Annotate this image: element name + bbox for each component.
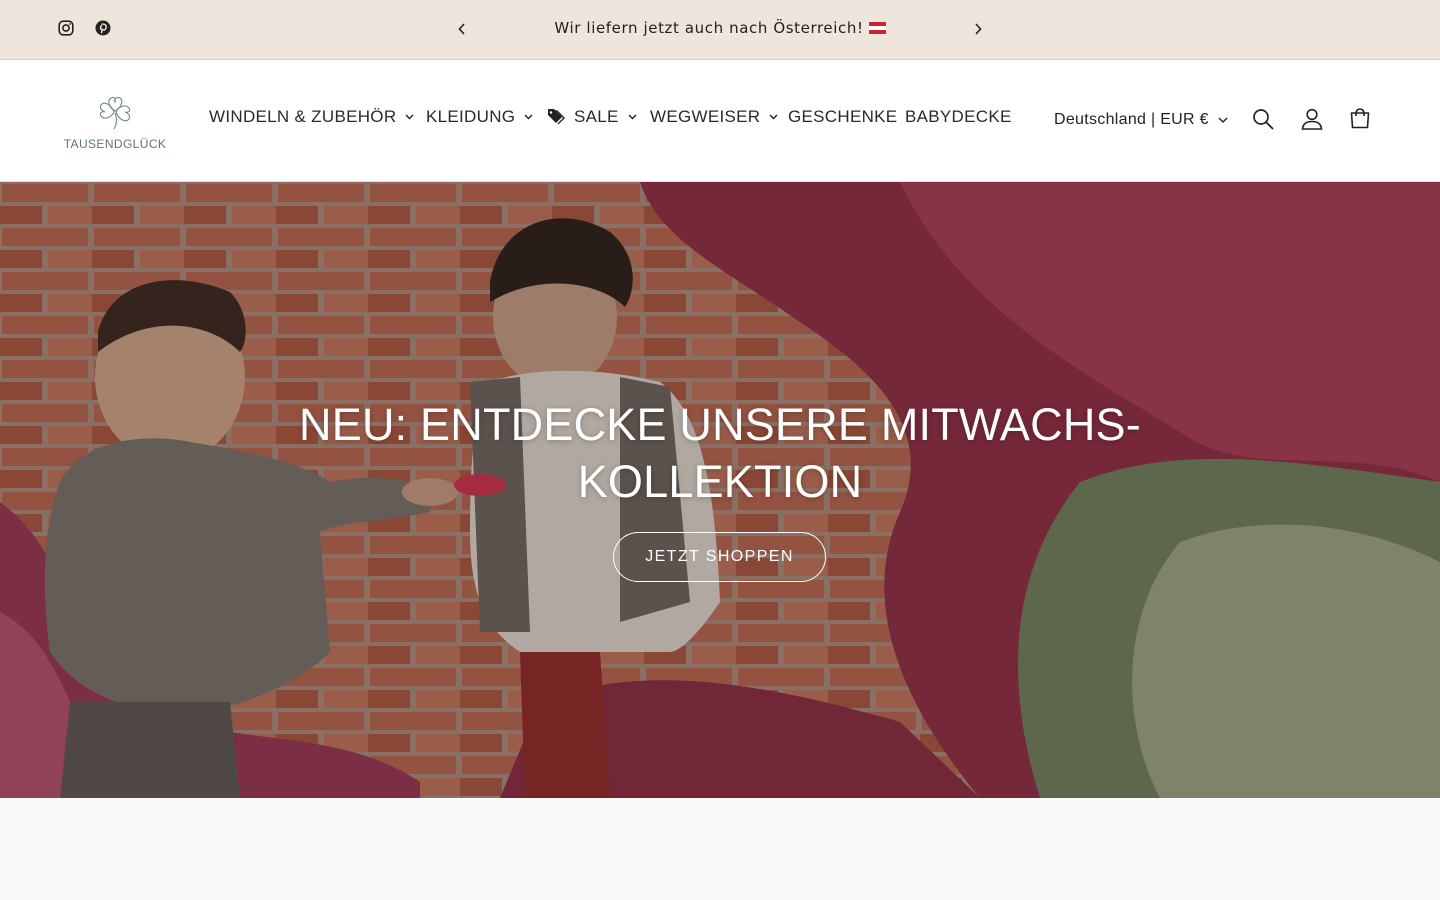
- shop-now-button[interactable]: JETZT SHOPPEN: [613, 532, 826, 582]
- tag-icon: [548, 109, 565, 125]
- country-selector-label: Deutschland | EUR €: [1054, 111, 1209, 128]
- chevron-down-icon: [524, 114, 533, 120]
- chevron-right-icon: [975, 23, 982, 35]
- account-button[interactable]: [1299, 106, 1325, 132]
- nav-label: WEGWEISER: [650, 107, 761, 126]
- austria-flag-icon: [868, 22, 886, 34]
- country-selector[interactable]: Deutschland | EUR €: [1054, 111, 1228, 129]
- chevron-down-icon: [628, 114, 637, 120]
- nav-label: KLEIDUNG: [426, 107, 516, 126]
- logo[interactable]: TAUSENDGLÜCK: [63, 92, 167, 154]
- chevron-down-icon: [769, 114, 778, 120]
- nav-item-wegweiser[interactable]: WEGWEISER: [650, 107, 778, 127]
- hero-banner: NEU: ENTDECKE UNSERE MITWACHS-KOLLEKTION…: [0, 182, 1440, 798]
- nav-label: BABYDECKE: [905, 107, 1012, 126]
- nav-label: WINDELN & ZUBEHÖR: [209, 107, 397, 126]
- content-area: [0, 798, 1440, 900]
- nav-label: GESCHENKE: [788, 107, 898, 126]
- chevron-down-icon: [405, 114, 414, 120]
- nav-item-geschenke[interactable]: GESCHENKE: [788, 107, 897, 127]
- hero-title: NEU: ENTDECKE UNSERE MITWACHS-KOLLEKTION: [299, 399, 1141, 507]
- announcement-text: Wir liefern jetzt auch nach Österreich!: [554, 19, 864, 37]
- announcement-next-button[interactable]: [966, 17, 990, 41]
- announcement-prev-button[interactable]: [450, 17, 474, 41]
- cart-icon: [1350, 108, 1370, 129]
- cart-button[interactable]: [1347, 106, 1373, 132]
- clover-icon: [99, 96, 131, 130]
- account-icon: [1301, 108, 1323, 130]
- nav-item-sale[interactable]: SALE: [545, 107, 637, 127]
- nav-item-windeln-zubehoer[interactable]: WINDELN & ZUBEHÖR: [209, 107, 414, 127]
- instagram-icon[interactable]: [56, 18, 76, 38]
- nav-label: SALE: [574, 107, 619, 126]
- logo-text: TAUSENDGLÜCK: [63, 137, 167, 151]
- site-header: TAUSENDGLÜCK WINDELN & ZUBEHÖR KLEIDUNG …: [0, 60, 1440, 182]
- announcement-message: Wir liefern jetzt auch nach Österreich!: [480, 19, 960, 37]
- search-button[interactable]: [1250, 106, 1276, 132]
- search-icon: [1253, 109, 1274, 130]
- announcement-bar: Wir liefern jetzt auch nach Österreich!: [0, 0, 1440, 60]
- nav-item-babydecke[interactable]: BABYDECKE: [905, 107, 1012, 127]
- pinterest-icon[interactable]: [93, 18, 113, 38]
- nav-item-kleidung[interactable]: KLEIDUNG: [426, 107, 533, 127]
- chevron-left-icon: [458, 23, 465, 35]
- chevron-down-icon: [1218, 117, 1228, 123]
